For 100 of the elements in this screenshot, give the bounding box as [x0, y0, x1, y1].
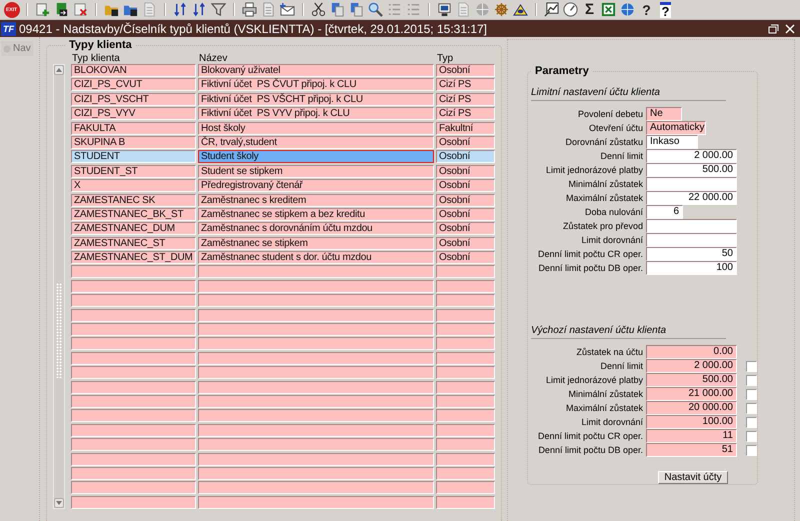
- close-icon[interactable]: [785, 24, 795, 34]
- empty-cell[interactable]: [198, 394, 434, 408]
- globe-icon[interactable]: [620, 2, 635, 17]
- checkbox[interactable]: [746, 416, 757, 428]
- input-field[interactable]: 50: [646, 247, 737, 261]
- input-field[interactable]: 21 000.00: [646, 387, 737, 401]
- table-cell[interactable]: CIZI_PS_VYV: [71, 107, 196, 120]
- table-cell[interactable]: ZAMESTNANEC_BK_ST: [71, 208, 196, 221]
- table-cell[interactable]: Předregistrovaný čtenář: [198, 179, 434, 192]
- empty-cell[interactable]: [198, 280, 434, 293]
- empty-cell[interactable]: [71, 308, 196, 322]
- table-cell[interactable]: Osobní: [436, 164, 495, 178]
- empty-cell[interactable]: [71, 280, 196, 293]
- input-field[interactable]: 2 000.00: [646, 149, 737, 163]
- empty-cell[interactable]: [436, 280, 495, 293]
- input-field[interactable]: 20 000.00: [646, 401, 737, 415]
- sort-icon[interactable]: [173, 2, 188, 17]
- table-cell[interactable]: Fakultní: [436, 122, 495, 135]
- empty-cell[interactable]: [198, 481, 434, 494]
- empty-cell[interactable]: [436, 294, 495, 308]
- input-field[interactable]: Inkaso: [646, 135, 698, 149]
- table-cell[interactable]: ZAMESTANEC SK: [71, 194, 196, 207]
- table-cell[interactable]: CIZI_PS_VSCHT: [71, 92, 196, 106]
- empty-cell[interactable]: [71, 380, 196, 394]
- spreadsheet-icon[interactable]: [601, 2, 616, 17]
- input-field[interactable]: 6: [646, 205, 683, 219]
- table-cell[interactable]: ZAMESTNANEC_ST_DUM: [71, 251, 196, 264]
- empty-cell[interactable]: [436, 380, 495, 394]
- empty-cell[interactable]: [71, 394, 196, 408]
- empty-cell[interactable]: [436, 352, 495, 365]
- input-field[interactable]: 0.00: [646, 345, 737, 359]
- table-cell[interactable]: Cizí PS: [436, 92, 495, 106]
- set-accounts-button[interactable]: Nastavit účty: [658, 471, 728, 484]
- input-field[interactable]: [646, 233, 737, 247]
- empty-cell[interactable]: [436, 265, 495, 278]
- help-button[interactable]: ?: [660, 2, 672, 18]
- empty-cell[interactable]: [436, 337, 495, 350]
- input-field[interactable]: 22 000.00: [646, 191, 737, 205]
- table-cell[interactable]: Fiktivní účet PS ČVUT připoj. k CLU: [198, 78, 434, 92]
- document-delete-icon[interactable]: [73, 2, 88, 17]
- scroll-down-icon[interactable]: [56, 500, 62, 505]
- empty-cell[interactable]: [71, 481, 196, 494]
- empty-cell[interactable]: [71, 409, 196, 422]
- table-cell[interactable]: Osobní: [436, 208, 495, 221]
- empty-cell[interactable]: [436, 409, 495, 422]
- table-cell[interactable]: Fiktivní účet PS VYV připoj. k CLU: [198, 107, 434, 120]
- empty-cell[interactable]: [198, 424, 434, 437]
- table-cell[interactable]: Zaměstnanec s dorovnáním účtu mzdou: [198, 222, 434, 236]
- copy-icon[interactable]: [349, 2, 364, 17]
- empty-cell[interactable]: [436, 323, 495, 336]
- table-cell[interactable]: Host školy: [198, 122, 434, 135]
- empty-cell[interactable]: [198, 294, 434, 308]
- list-icon[interactable]: [406, 2, 421, 17]
- checkbox[interactable]: [746, 374, 757, 386]
- input-field[interactable]: [646, 219, 737, 233]
- empty-cell[interactable]: [198, 466, 434, 480]
- empty-cell[interactable]: [71, 323, 196, 336]
- empty-cell[interactable]: [198, 337, 434, 350]
- empty-cell[interactable]: [436, 438, 495, 452]
- table-cell[interactable]: Blokovaný uživatel: [198, 64, 434, 77]
- input-field[interactable]: 51: [646, 443, 737, 457]
- table-cell[interactable]: STUDENT: [71, 150, 196, 164]
- empty-cell[interactable]: [198, 409, 434, 422]
- scissors-icon[interactable]: [311, 2, 326, 17]
- empty-cell[interactable]: [198, 496, 434, 509]
- checkbox[interactable]: [746, 444, 757, 456]
- input-field[interactable]: 100.00: [646, 415, 737, 429]
- input-field[interactable]: Automaticky: [646, 121, 706, 135]
- empty-cell[interactable]: [436, 394, 495, 408]
- table-cell[interactable]: Osobní: [436, 150, 495, 164]
- input-field[interactable]: 500.00: [646, 373, 737, 387]
- empty-cell[interactable]: [436, 481, 495, 494]
- table-cell[interactable]: BLOKOVAN: [71, 64, 196, 77]
- table-cell[interactable]: Cizí PS: [436, 107, 495, 120]
- checkbox[interactable]: [746, 430, 757, 442]
- table-cell[interactable]: Osobní: [436, 136, 495, 149]
- envelope-icon[interactable]: [280, 2, 295, 17]
- table-cell[interactable]: Zaměstnanec s kreditem: [198, 194, 434, 207]
- printer-icon[interactable]: [242, 2, 257, 17]
- empty-cell[interactable]: [71, 337, 196, 350]
- checkbox[interactable]: [746, 388, 757, 400]
- table-cell[interactable]: Osobní: [436, 222, 495, 236]
- table-cell[interactable]: Osobní: [436, 179, 495, 192]
- table-cell[interactable]: Fiktivní účet PS VŠCHT připoj. k CLU: [198, 92, 434, 106]
- empty-cell[interactable]: [198, 380, 434, 394]
- table-cell[interactable]: FAKULTA: [71, 122, 196, 135]
- empty-cell[interactable]: [71, 352, 196, 365]
- restore-icon[interactable]: [768, 24, 779, 34]
- table-cell[interactable]: Osobní: [436, 194, 495, 207]
- empty-cell[interactable]: [198, 352, 434, 365]
- table-cell[interactable]: ČR, trvalý,student: [198, 136, 434, 149]
- funnel-icon[interactable]: [211, 2, 226, 17]
- empty-cell[interactable]: [198, 452, 434, 466]
- table-cell[interactable]: Student se stipkem: [198, 164, 434, 178]
- copy-icon[interactable]: [330, 2, 345, 17]
- empty-cell[interactable]: [71, 496, 196, 509]
- help-button[interactable]: ?: [642, 2, 651, 16]
- search-icon[interactable]: [368, 2, 383, 17]
- eye-triangle-icon[interactable]: [513, 2, 528, 17]
- table-cell[interactable]: Zaměstnanec se stipkem: [198, 236, 434, 250]
